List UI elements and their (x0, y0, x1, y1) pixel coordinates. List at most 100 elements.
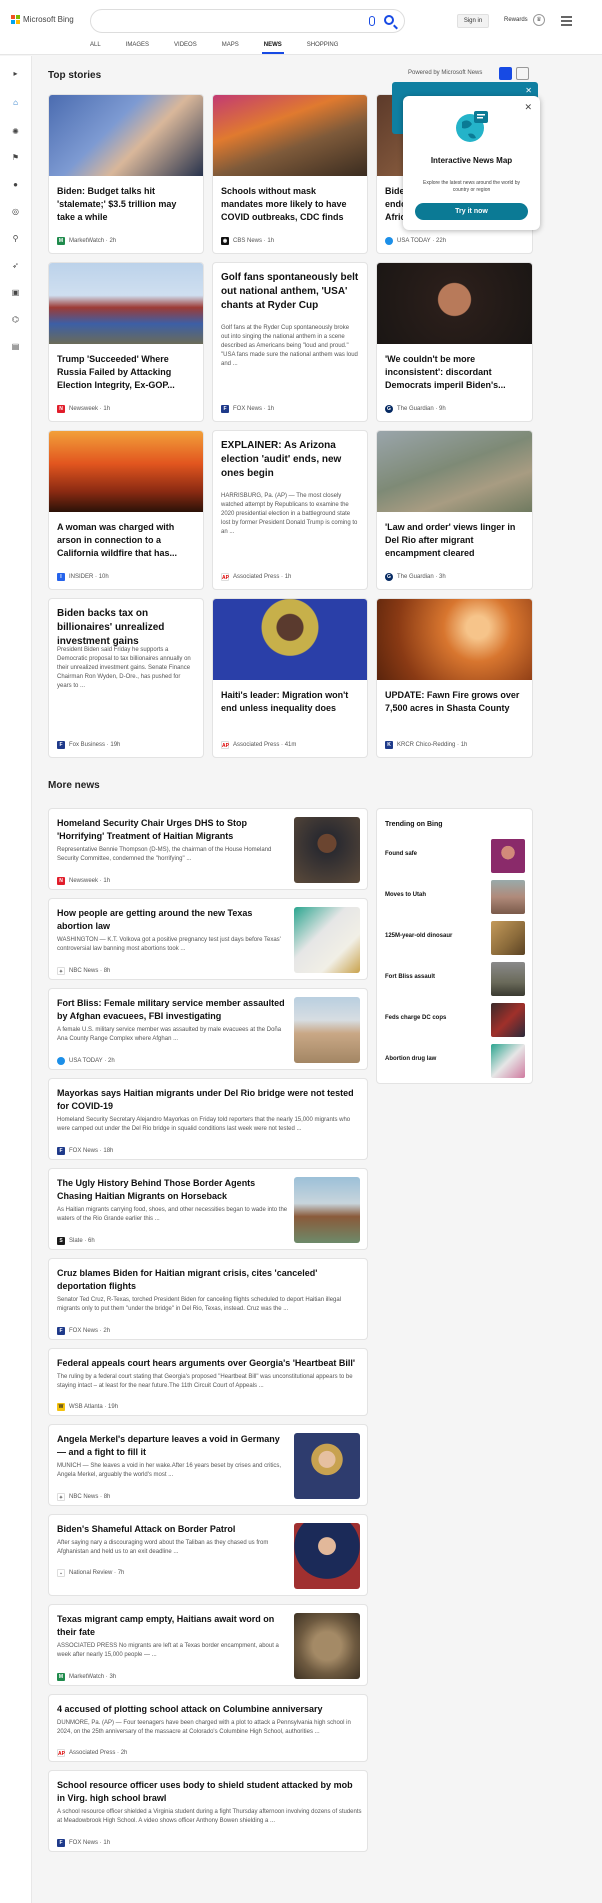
news-list-item[interactable]: School resource officer uses body to shi… (48, 1770, 368, 1852)
trending-thumbnail (491, 1003, 525, 1037)
news-list-item[interactable]: Angela Merkel's departure leaves a void … (48, 1424, 368, 1506)
news-title[interactable]: The Ugly History Behind Those Border Age… (57, 1177, 289, 1203)
story-time: 22h (436, 238, 447, 244)
story-card[interactable]: Biden: Budget talks hit 'stalemate;' $3.… (48, 94, 204, 254)
news-list-item[interactable]: How people are getting around the new Te… (48, 898, 368, 980)
search-icon[interactable] (384, 15, 394, 25)
news-list-item[interactable]: Texas migrant camp empty, Haitians await… (48, 1604, 368, 1686)
news-time: 7h (117, 1570, 125, 1576)
tab-images[interactable]: IMAGES (126, 42, 149, 48)
close-icon[interactable]: ✕ (524, 102, 532, 113)
story-source: G The Guardian · 3h (385, 573, 446, 581)
search-box[interactable] (90, 9, 405, 33)
news-list-item[interactable]: 4 accused of plotting school attack on C… (48, 1694, 368, 1762)
source-logo-icon: N (57, 877, 65, 885)
story-source: K KRCR Chico-Redding · 1h (385, 741, 467, 749)
news-title[interactable]: Homeland Security Chair Urges DHS to Sto… (57, 817, 289, 843)
news-list-item[interactable]: Fort Bliss: Female military service memb… (48, 988, 368, 1070)
story-title[interactable]: 'We couldn't be more inconsistent': disc… (385, 353, 524, 392)
story-title[interactable]: Trump 'Succeeded' Where Russia Failed by… (57, 353, 195, 392)
story-card[interactable]: UPDATE: Fawn Fire grows over 7,500 acres… (376, 598, 533, 758)
story-title[interactable]: Haiti's leader: Migration won't end unle… (221, 689, 359, 715)
news-title[interactable]: Biden's Shameful Attack on Border Patrol (57, 1523, 289, 1536)
story-card[interactable]: Golf fans spontaneously belt out nationa… (212, 262, 368, 422)
story-card[interactable]: Haiti's leader: Migration won't end unle… (212, 598, 368, 758)
news-title[interactable]: School resource officer uses body to shi… (57, 1779, 362, 1805)
try-it-now-button[interactable]: Try it now (415, 203, 528, 220)
news-list-item[interactable]: Biden's Shameful Attack on Border Patrol… (48, 1514, 368, 1596)
trending-label: Feds charge DC cops (385, 1015, 447, 1021)
bing-logo[interactable]: Microsoft Bing (11, 15, 74, 24)
trending-item[interactable]: Abortion drug law (385, 1044, 525, 1078)
map-view-icon[interactable] (516, 67, 529, 80)
close-banner-icon[interactable]: ✕ (525, 86, 532, 95)
story-title[interactable]: Schools without mask mandates more likel… (221, 185, 359, 224)
expand-rail-icon[interactable]: ▸ (11, 69, 20, 78)
news-snippet: After saying nary a discouraging word ab… (57, 1540, 269, 1555)
location-pin-icon[interactable]: ● (11, 180, 20, 189)
tab-videos[interactable]: VIDEOS (174, 42, 197, 48)
news-title[interactable]: How people are getting around the new Te… (57, 907, 289, 933)
story-card[interactable]: 'Law and order' views linger in Del Rio … (376, 430, 533, 590)
trending-item[interactable]: Moves to Utah (385, 880, 525, 914)
story-title[interactable]: Golf fans spontaneously belt out nationa… (221, 271, 359, 313)
news-list-item[interactable]: Mayorkas says Haitian migrants under Del… (48, 1078, 368, 1160)
microscope-icon[interactable]: ⚲ (11, 234, 20, 243)
search-input[interactable] (101, 15, 351, 24)
tab-maps[interactable]: MAPS (222, 42, 239, 48)
tab-news[interactable]: NEWS (261, 42, 284, 54)
news-time: 2h (103, 1328, 111, 1334)
trending-item[interactable]: Found safe (385, 839, 525, 873)
rocket-icon[interactable]: ➶ (11, 261, 20, 270)
story-card[interactable]: Biden backs tax on billionaires' unreali… (48, 598, 204, 758)
story-time: 3h (439, 574, 446, 580)
politics-building-icon[interactable]: ⌬ (11, 315, 20, 324)
news-snippet: The ruling by a federal court stating th… (57, 1374, 353, 1389)
flag-icon[interactable]: ⚑ (11, 153, 20, 162)
trending-label: Abortion drug law (385, 1056, 437, 1062)
news-title[interactable]: 4 accused of plotting school attack on C… (57, 1703, 362, 1716)
news-title[interactable]: Federal appeals court hears arguments ov… (57, 1357, 362, 1370)
story-title[interactable]: 'Law and order' views linger in Del Rio … (385, 521, 524, 560)
rewards-link[interactable]: Rewards (504, 17, 528, 23)
story-title[interactable]: A woman was charged with arson in connec… (57, 521, 195, 560)
home-icon[interactable]: ⌂ (11, 98, 20, 107)
news-list-item[interactable]: Federal appeals court hears arguments ov… (48, 1348, 368, 1416)
story-card[interactable]: 'We couldn't be more inconsistent': disc… (376, 262, 533, 422)
rewards-trophy-icon[interactable]: ♛ (533, 14, 545, 26)
tab-all[interactable]: ALL (90, 42, 101, 48)
news-title[interactable]: Mayorkas says Haitian migrants under Del… (57, 1087, 362, 1113)
story-title[interactable]: UPDATE: Fawn Fire grows over 7,500 acres… (385, 689, 524, 715)
trending-item[interactable]: 125M-year-old dinosaur (385, 921, 525, 955)
story-title[interactable]: Biden: Budget talks hit 'stalemate;' $3.… (57, 185, 195, 224)
trending-item[interactable]: Feds charge DC cops (385, 1003, 525, 1037)
globe-icon[interactable]: ◎ (11, 207, 20, 216)
news-snippet: Representative Bennie Thompson (D-MS), t… (57, 847, 272, 862)
news-snippet: A school resource officer shielded a Vir… (57, 1809, 362, 1824)
news-list-item[interactable]: The Ugly History Behind Those Border Age… (48, 1168, 368, 1250)
trending-panel: Trending on Bing Found safe Moves to Uta… (376, 808, 533, 1084)
grid-view-icon[interactable] (499, 67, 512, 80)
entertainment-icon[interactable]: ▣ (11, 288, 20, 297)
news-source: S Slate · 6h (57, 1237, 95, 1245)
news-title[interactable]: Angela Merkel's departure leaves a void … (57, 1433, 289, 1459)
coronavirus-icon[interactable]: ✺ (11, 127, 20, 136)
trending-item[interactable]: Fort Bliss assault (385, 962, 525, 996)
story-title[interactable]: Biden backs tax on billionaires' unreali… (57, 607, 195, 649)
tab-shopping[interactable]: SHOPPING (307, 42, 339, 48)
story-card[interactable]: Schools without mask mandates more likel… (212, 94, 368, 254)
news-list-item[interactable]: Cruz blames Biden for Haitian migrant cr… (48, 1258, 368, 1340)
news-title[interactable]: Fort Bliss: Female military service memb… (57, 997, 289, 1023)
hamburger-menu-icon[interactable] (561, 16, 572, 28)
microphone-icon[interactable] (369, 16, 375, 26)
sign-in-button[interactable]: Sign in (457, 14, 489, 28)
money-icon[interactable]: ▤ (11, 342, 20, 351)
story-card[interactable]: EXPLAINER: As Arizona election 'audit' e… (212, 430, 368, 590)
story-title[interactable]: EXPLAINER: As Arizona election 'audit' e… (221, 439, 359, 481)
news-list-item[interactable]: Homeland Security Chair Urges DHS to Sto… (48, 808, 368, 890)
story-card[interactable]: Trump 'Succeeded' Where Russia Failed by… (48, 262, 204, 422)
story-card[interactable]: A woman was charged with arson in connec… (48, 430, 204, 590)
story-image (49, 431, 203, 512)
news-title[interactable]: Texas migrant camp empty, Haitians await… (57, 1613, 289, 1639)
news-title[interactable]: Cruz blames Biden for Haitian migrant cr… (57, 1267, 362, 1293)
